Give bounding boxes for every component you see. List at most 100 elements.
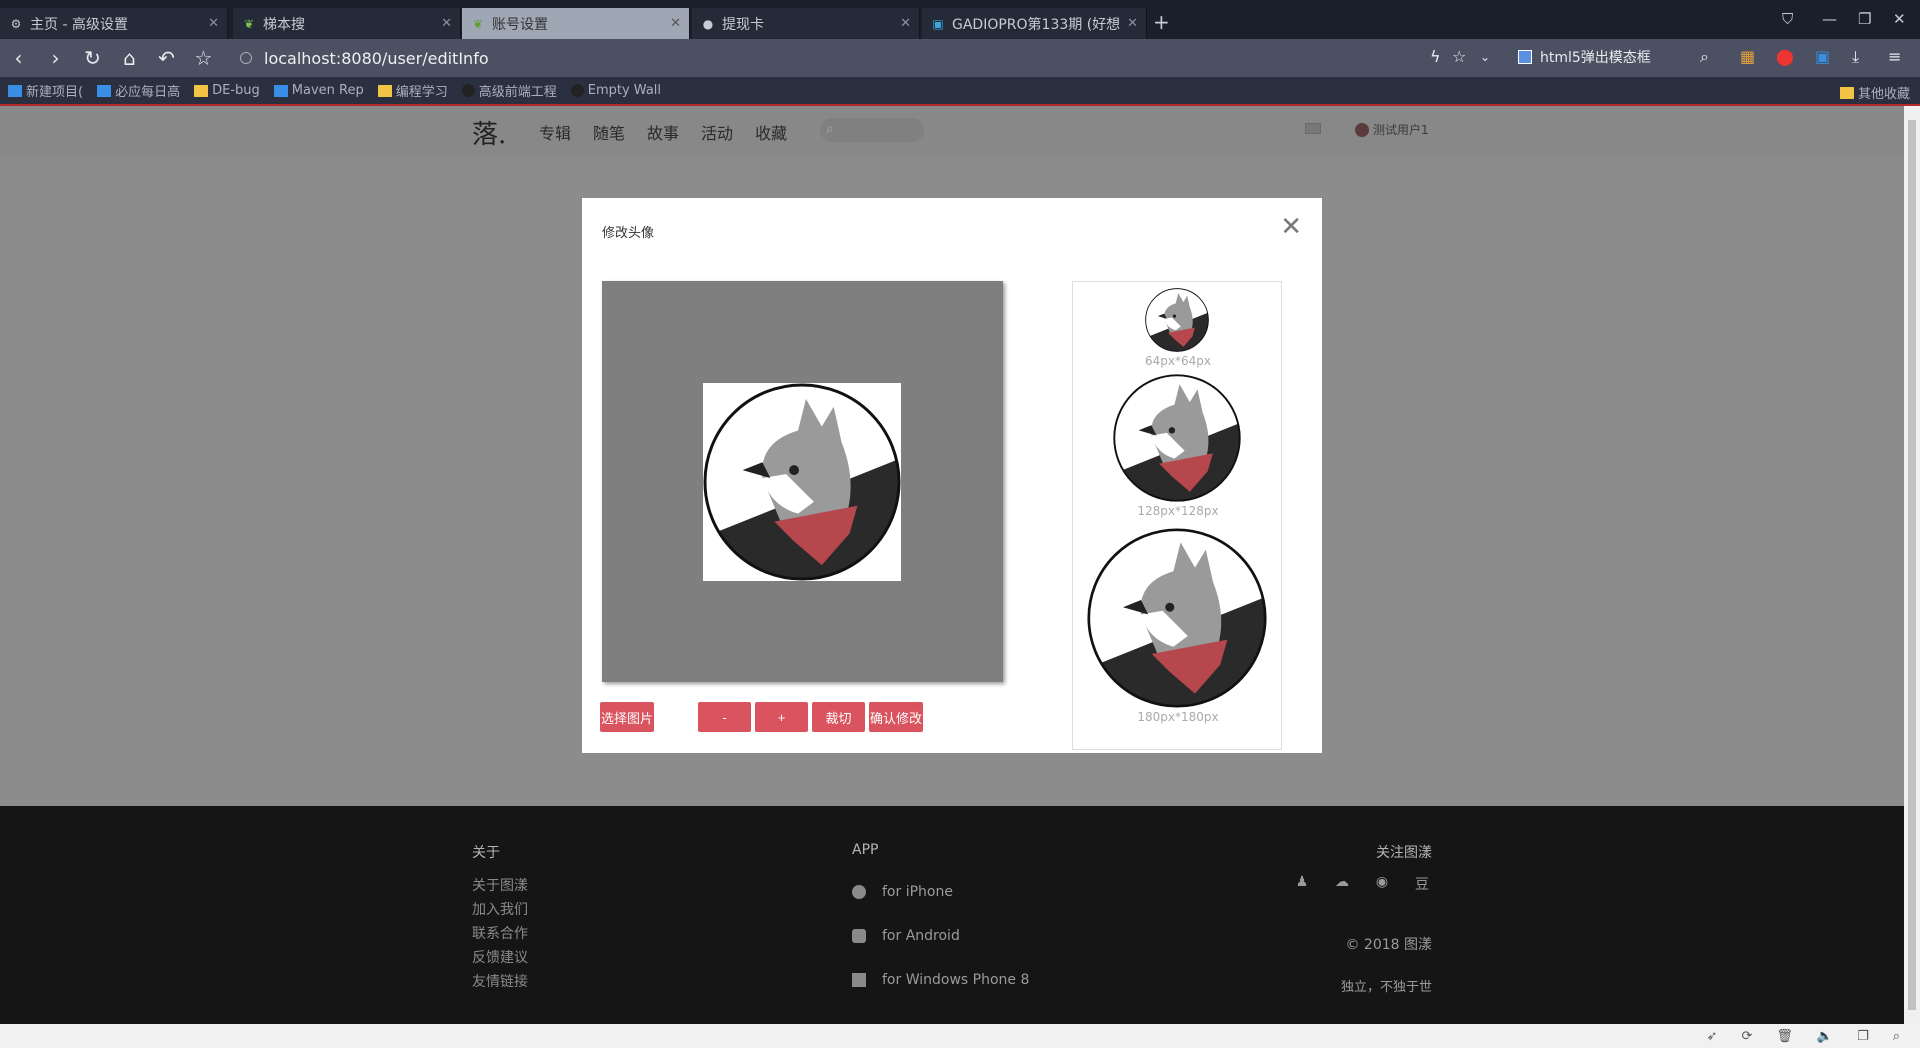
wechat-icon[interactable]: ☁ — [1332, 874, 1352, 890]
qq-icon[interactable]: ♟ — [1292, 874, 1312, 890]
bookmark-item[interactable]: Empty Wall — [570, 83, 661, 98]
nav-item-favorites[interactable]: 收藏 — [755, 120, 787, 144]
leaf-icon: ❦ — [243, 16, 255, 31]
close-window-icon[interactable]: ✕ — [1893, 10, 1906, 28]
bookmark-item[interactable]: DE-bug — [194, 83, 260, 98]
site-logo[interactable]: 落. — [472, 114, 506, 151]
extension-icon[interactable]: ▣ — [1815, 47, 1830, 66]
tab-label: 提现卡 — [722, 16, 764, 33]
forward-icon[interactable]: › — [37, 46, 74, 70]
preview-64 — [1145, 288, 1209, 352]
other-bookmarks[interactable]: 其他收藏 — [1839, 83, 1910, 102]
bookmark-label: 编程学习 — [395, 85, 448, 100]
footer-link[interactable]: 友情链接 — [472, 970, 528, 994]
username: 测试用户1 — [1373, 123, 1429, 137]
bookmark-item[interactable]: 编程学习 — [377, 81, 448, 100]
nav-item-essays[interactable]: 随笔 — [593, 120, 625, 144]
footer-link[interactable]: 关于图漾 — [472, 874, 528, 898]
url-field[interactable]: localhost:8080/user/editInfo — [240, 45, 489, 71]
new-tab-button[interactable]: + — [1153, 10, 1170, 34]
crop-canvas[interactable] — [602, 281, 1003, 682]
window-icon[interactable]: ❐ — [1857, 1029, 1869, 1044]
app-link-iphone[interactable]: for iPhone — [852, 870, 1029, 914]
bookmark-label: 新建项目( — [26, 85, 84, 100]
download-icon[interactable]: ⤓ — [1852, 47, 1859, 67]
bookmark-item[interactable]: Maven Rep — [273, 83, 364, 98]
close-icon[interactable]: ✕ — [1280, 214, 1302, 240]
zoom-out-button[interactable]: - — [698, 702, 751, 732]
chevron-down-icon[interactable]: ⌄ — [1480, 50, 1490, 64]
windows-icon — [852, 973, 866, 987]
close-icon[interactable]: ✕ — [900, 16, 911, 31]
crop-button[interactable]: 裁切 — [812, 702, 865, 732]
github-icon — [461, 84, 475, 97]
bookmark-item[interactable]: 高级前端工程 — [461, 81, 557, 100]
crop-image[interactable] — [703, 383, 901, 581]
bookmark-label: DE-bug — [212, 83, 260, 98]
trash-icon[interactable]: 🗑 — [1776, 1029, 1793, 1044]
weibo-icon[interactable]: ◉ — [1372, 874, 1392, 890]
shirt-icon[interactable]: ⛉ — [1782, 10, 1793, 28]
confirm-button[interactable]: 确认修改 — [869, 702, 923, 732]
star-icon[interactable]: ☆ — [185, 46, 222, 70]
github-icon: ● — [702, 16, 714, 31]
tab-label: 账号设置 — [492, 16, 548, 33]
url-text: localhost:8080/user/editInfo — [264, 48, 489, 68]
volume-icon[interactable]: 🔈 — [1817, 1029, 1833, 1044]
mail-icon[interactable] — [1305, 123, 1321, 134]
scrollbar-thumb[interactable] — [1908, 120, 1916, 1010]
app-label: for Windows Phone 8 — [882, 972, 1030, 988]
refresh-icon[interactable]: ⟳ — [1741, 1029, 1752, 1044]
tab-home[interactable]: ⚙ 主页 - 高级设置 ✕ — [0, 8, 228, 39]
bookmark-label: 其他收藏 — [1857, 87, 1910, 102]
restore-icon[interactable]: ❐ — [1858, 10, 1871, 28]
shiba-avatar-image — [703, 383, 901, 581]
rocket-icon[interactable]: ➶ — [1707, 1029, 1718, 1044]
zoom-icon[interactable]: ⌕ — [1893, 1029, 1900, 1044]
user-menu[interactable]: 测试用户1 — [1355, 121, 1429, 138]
app-label: for iPhone — [882, 884, 953, 900]
menu-icon[interactable]: ≡ — [1888, 47, 1901, 66]
bookmark-item[interactable]: 必应每日高 — [97, 81, 180, 100]
close-icon[interactable]: ✕ — [441, 16, 452, 31]
nav-item-albums[interactable]: 专辑 — [539, 120, 571, 144]
address-toolbar: ‹ › ↻ ⌂ ↶ ☆ localhost:8080/user/editInfo… — [0, 39, 1920, 77]
tab-account-settings[interactable]: ❦ 账号设置 ✕ — [462, 8, 690, 39]
avatar — [1355, 122, 1369, 137]
scrollbar[interactable] — [1904, 106, 1920, 1024]
search-icon[interactable]: ⌕ — [1700, 47, 1709, 67]
android-icon — [852, 929, 866, 943]
adblock-icon[interactable]: ⬤ — [1776, 47, 1794, 66]
home-icon[interactable]: ⌂ — [111, 46, 148, 70]
tab-gadio[interactable]: ▣ GADIOPRO第133期 (好想活 ✕ — [922, 8, 1147, 39]
folder-icon — [194, 84, 209, 97]
close-icon[interactable]: ✕ — [1127, 16, 1138, 31]
tab-search[interactable]: ❦ 梯本搜 ✕ — [233, 8, 461, 39]
close-icon[interactable]: ✕ — [208, 16, 219, 31]
app-link-windows[interactable]: for Windows Phone 8 — [852, 958, 1029, 1002]
select-image-button[interactable]: 选择图片 — [600, 702, 654, 732]
close-icon[interactable]: ✕ — [670, 16, 681, 31]
apps-icon[interactable]: ▦ — [1740, 47, 1755, 66]
bookmark-item[interactable]: 新建项目( — [8, 81, 83, 100]
social-links: ♟ ☁ ◉ 豆 — [1232, 874, 1432, 893]
footer-link[interactable]: 联系合作 — [472, 922, 528, 946]
minimize-icon[interactable]: — — [1822, 10, 1837, 28]
zoom-in-button[interactable]: + — [755, 702, 808, 732]
tab-card[interactable]: ● 提现卡 ✕ — [692, 8, 920, 39]
douban-icon[interactable]: 豆 — [1412, 874, 1432, 893]
nav-item-events[interactable]: 活动 — [701, 120, 733, 144]
search-engine-hint[interactable]: html5弹出模态框 — [1518, 47, 1651, 67]
nav-item-stories[interactable]: 故事 — [647, 120, 679, 144]
site-info-icon[interactable] — [240, 52, 252, 64]
footer-link[interactable]: 加入我们 — [472, 898, 528, 922]
app-link-android[interactable]: for Android — [852, 914, 1029, 958]
reload-icon[interactable]: ↻ — [74, 46, 111, 70]
undo-icon[interactable]: ↶ — [148, 46, 185, 70]
bookmark-star-icon[interactable]: ☆ — [1452, 47, 1466, 66]
preview-size-label: 180px*180px — [1137, 710, 1219, 724]
lightning-icon[interactable]: ϟ — [1430, 47, 1441, 66]
back-icon[interactable]: ‹ — [0, 46, 37, 70]
footer-link[interactable]: 反馈建议 — [472, 946, 528, 970]
site-search-input[interactable]: ⌕ — [820, 118, 924, 142]
